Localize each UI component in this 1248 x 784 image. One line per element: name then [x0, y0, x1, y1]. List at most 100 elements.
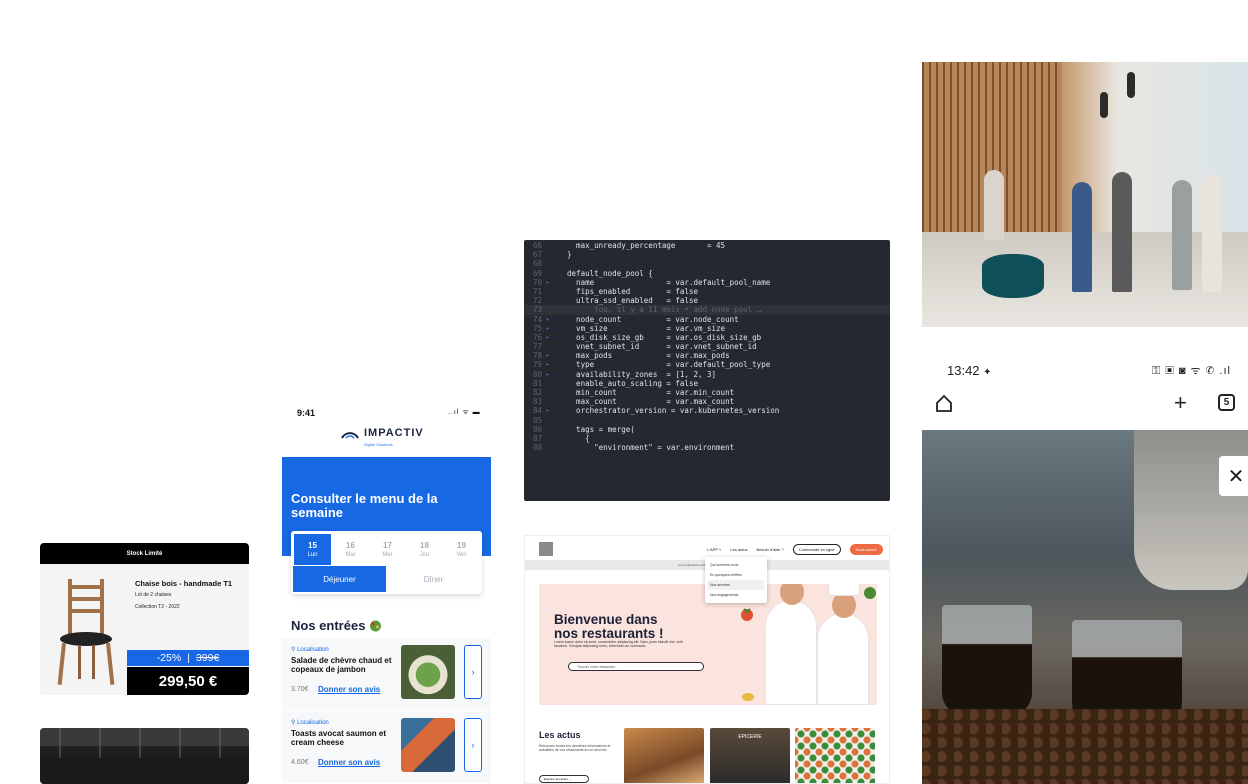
code-line[interactable]: 69 default_node_pool { — [524, 269, 890, 278]
person — [1172, 180, 1192, 290]
code-text: vm_size = var.vm_size — [558, 323, 726, 333]
news-tile-kitchen[interactable] — [624, 728, 704, 783]
review-link[interactable]: Donner son avis — [318, 758, 380, 767]
line-number: 81 — [532, 378, 542, 388]
code-line[interactable]: 79 ▸ type = var.default_pool_type — [524, 360, 890, 369]
restaurant-search-input[interactable]: Trouver votre restaurant... — [568, 662, 704, 671]
day-18[interactable]: 18 Jeu — [406, 534, 443, 565]
code-line[interactable]: 82 min_count = var.min_count — [524, 388, 890, 397]
code-line[interactable]: 67 } — [524, 250, 890, 259]
gutter-marker — [546, 269, 558, 278]
chef-figure — [817, 584, 869, 705]
gutter-marker: ▸ — [546, 361, 550, 369]
gutter-marker — [546, 287, 558, 296]
dinner-tab[interactable]: Dîner — [387, 566, 480, 592]
lunch-tab[interactable]: Déjeuner — [293, 566, 386, 592]
discount-bar: -25% | 399€ — [127, 650, 249, 666]
line-number: 75 — [532, 323, 542, 333]
gutter-marker — [546, 379, 558, 388]
hero-text: Lorem ipsum dolor sit amet, consectetur … — [554, 640, 683, 648]
person — [1202, 174, 1222, 292]
product-collection: Collection T2 - 2022 — [135, 604, 180, 610]
code-line[interactable]: 84 ▸ orchestrator_version = var.kubernete… — [524, 406, 890, 415]
code-line[interactable]: 87 { — [524, 434, 890, 443]
line-number: 70 — [532, 277, 542, 287]
discount-separator: | — [187, 652, 190, 664]
code-line[interactable]: 75 ▸ vm_size = var.vm_size — [524, 324, 890, 333]
code-line[interactable]: 83 max_count = var.max_count — [524, 397, 890, 406]
explore-news-button[interactable]: Explorer les actus → — [539, 775, 589, 783]
nav-help[interactable]: Besoin d'aide ? — [757, 547, 784, 552]
code-text: tags = merge( — [558, 424, 635, 434]
code-line[interactable]: 76 ▸ os_disk_size_gb = var.os_disk_size_g… — [524, 333, 890, 342]
new-tab-button[interactable]: + — [1174, 390, 1187, 416]
day-17[interactable]: 17 Mer — [369, 534, 406, 565]
home-icon[interactable] — [934, 393, 954, 413]
menu-item[interactable]: ⚲ Localisation Salade de chèvre chaud et… — [282, 638, 491, 710]
line-number: 69 — [532, 268, 542, 278]
follow-button[interactable]: Nous suivre — [849, 544, 883, 555]
current-price: 299,50 € — [127, 667, 249, 695]
gutter-marker — [546, 416, 558, 425]
dropdown-item[interactable]: Nos services — [708, 580, 764, 590]
site-logo[interactable] — [539, 542, 553, 556]
item-location: ⚲ Localisation — [291, 720, 329, 726]
day-16[interactable]: 16 Mar — [332, 534, 369, 565]
code-line[interactable]: 68 — [524, 259, 890, 268]
code-line[interactable]: 71 fips_enabled = false — [524, 287, 890, 296]
item-name: Salade de chèvre chaud et copeaux de jam… — [291, 656, 392, 674]
code-line[interactable]: 66 max_unready_percentage = 45 — [524, 241, 890, 250]
line-number: 74 — [532, 314, 542, 324]
news-tile-vegetables[interactable] — [795, 728, 875, 783]
code-line[interactable]: 74 ▸ node_count = var.node_count — [524, 315, 890, 324]
dropdown-item[interactable]: Qui sommes-nous — [708, 560, 764, 570]
line-number: 79 — [532, 360, 542, 370]
gutter-marker — [546, 305, 558, 314]
code-text: enable_auto_scaling = false — [558, 378, 698, 388]
status-icons: ..ıl ᯤ ▬ — [448, 409, 481, 416]
dark-interior-photo — [40, 728, 249, 784]
line-number: 78 — [532, 351, 542, 361]
code-line[interactable]: 80 ▸ availability_zones = [1, 2, 3] — [524, 370, 890, 379]
review-link[interactable]: Donner son avis — [318, 685, 380, 694]
pendant-lamp — [1127, 72, 1135, 98]
tab-count-button[interactable]: 5 — [1218, 394, 1235, 411]
code-line[interactable]: 72 ultra_ssd_enabled = false — [524, 296, 890, 305]
gutter-marker: ▸ — [546, 315, 550, 323]
day-15[interactable]: 15 Lun — [294, 534, 331, 565]
item-open-button[interactable]: › — [464, 645, 482, 699]
dropdown-item[interactable]: Nos engagements — [708, 590, 764, 600]
code-line[interactable]: 78 ▸ max_pods = var.max_pods — [524, 351, 890, 360]
code-line[interactable]: 81 enable_auto_scaling = false — [524, 379, 890, 388]
product-card[interactable]: Stock Limité Chaise bois - handmade T1 L… — [40, 543, 249, 695]
stock-banner: Stock Limité — [40, 543, 249, 564]
code-line[interactable]: 88 "environment" = var.environment — [524, 443, 890, 452]
old-price: 399€ — [195, 652, 220, 664]
line-number: 83 — [532, 397, 542, 407]
menu-item[interactable]: ⚲ Localisation Toasts avocat saumon et c… — [282, 711, 491, 783]
logo-arc-icon — [341, 432, 359, 439]
code-line[interactable]: 77 vnet_subnet_id = var.vnet_subnet_id — [524, 342, 890, 351]
chair-image — [57, 579, 115, 685]
nav-app-menu[interactable]: L'APP ˅ — [707, 547, 721, 552]
code-line[interactable]: 85 — [524, 416, 890, 425]
code-line[interactable]: 70 ▸ name = var.default_pool_name — [524, 278, 890, 287]
gutter-marker: ▸ — [546, 278, 550, 286]
nav-news[interactable]: Les actus — [730, 547, 747, 552]
item-open-button[interactable]: › — [464, 718, 482, 772]
person — [1072, 182, 1092, 292]
line-number: 77 — [532, 342, 542, 352]
news-tile-grocery[interactable]: EPICERIE — [710, 728, 790, 783]
code-line[interactable]: 73 You, il y a 11 mois • add node pool … — [524, 305, 890, 315]
gutter-marker — [546, 443, 558, 452]
line-number: 82 — [532, 388, 542, 397]
dropdown-item[interactable]: En quelques chiffres — [708, 570, 764, 580]
item-price: 4.60€ — [291, 759, 309, 766]
line-number: 85 — [532, 415, 542, 425]
day-19[interactable]: 19 Ven — [443, 534, 480, 565]
line-number: 66 — [532, 241, 542, 250]
order-online-button[interactable]: Commande en ligne — [792, 544, 841, 555]
code-line[interactable]: 86 tags = merge( — [524, 425, 890, 434]
close-icon[interactable]: ✕ — [1219, 456, 1248, 496]
code-editor[interactable]: 66 max_unready_percentage = 45 67 } 68 69 d… — [524, 240, 890, 501]
